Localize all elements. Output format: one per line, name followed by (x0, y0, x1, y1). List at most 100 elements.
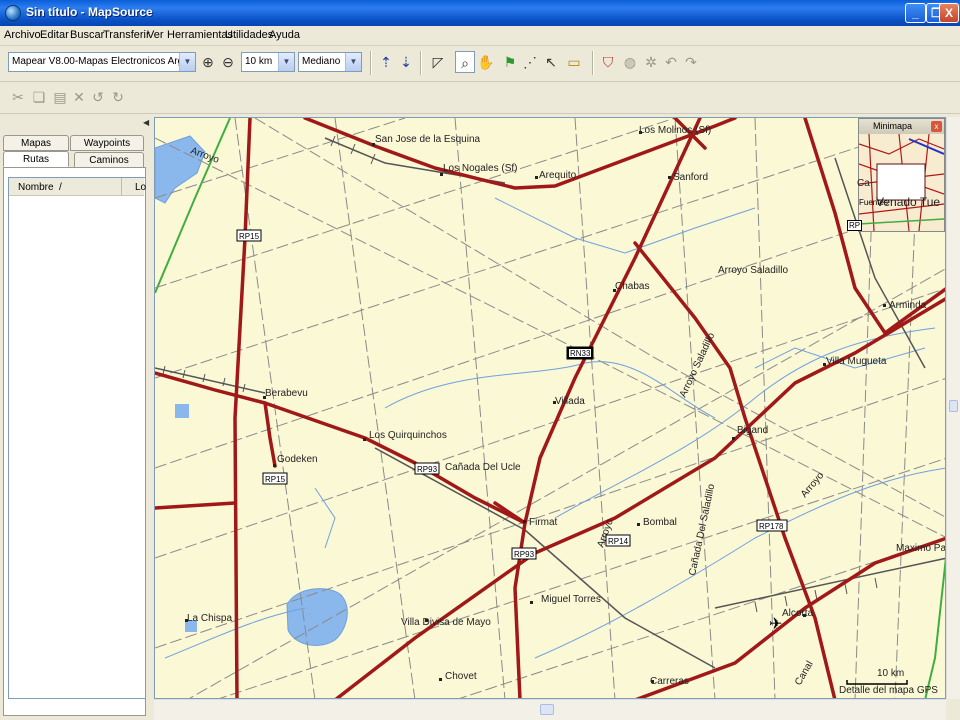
railways (155, 137, 945, 669)
title-bar[interactable]: Sin título - MapSource _ ❐ X (0, 0, 960, 26)
cut-icon[interactable]: ✂ (8, 86, 28, 108)
pond (175, 404, 189, 418)
tab-mapas[interactable]: Mapas (3, 135, 69, 151)
svg-text:RP93: RP93 (417, 465, 438, 474)
detail-level-value: Mediano (302, 56, 341, 67)
chevron-down-icon[interactable]: ▼ (345, 53, 361, 71)
highways (155, 118, 945, 698)
send-to-device-icon[interactable]: ⇡ (376, 51, 396, 73)
menu-utilidades[interactable]: Utilidades (225, 29, 273, 41)
menu-editar[interactable]: Editar (40, 29, 69, 41)
place-label: Berabevu (265, 388, 308, 399)
chevron-down-icon[interactable]: ▼ (179, 53, 195, 71)
place-label: Arequito (539, 170, 577, 181)
copy-icon[interactable]: ❏ (29, 86, 49, 108)
menu-herramientas[interactable]: Herramientas (167, 29, 233, 41)
window-title: Sin título - MapSource (26, 5, 153, 19)
secondary-roads (155, 118, 945, 698)
place-label: Sanford (673, 172, 708, 183)
route-shield: RP (847, 220, 863, 231)
place-label: Miguel Torres (541, 594, 601, 605)
minimap-panel[interactable]: Minimapa x Fuentes (858, 118, 945, 232)
globe-icon (5, 5, 21, 21)
menu-transferir[interactable]: Transferir (103, 29, 150, 41)
place-label: Los Quirquinchos (369, 430, 447, 441)
redo-icon[interactable]: ↻ (108, 86, 128, 108)
map-canvas[interactable]: San Jose de la Esquina Los Molinos (Sf) … (155, 118, 946, 699)
route-shield: RP14 (605, 534, 631, 547)
erase-icon[interactable]: ◍ (620, 51, 640, 73)
route-shield: RN33 (566, 346, 594, 360)
place-label: Arminda (889, 300, 927, 311)
hand-pan-icon[interactable]: ✋ (476, 51, 496, 73)
list-header: Nombre / Lo (9, 178, 146, 196)
receive-from-device-icon[interactable]: ⇣ (396, 51, 416, 73)
zoom-tool-icon[interactable]: ⌕ (455, 51, 475, 73)
trace-icon[interactable]: ✲ (641, 51, 661, 73)
zoom-scale-select[interactable]: 10 km ▼ (241, 52, 295, 72)
svg-text:RP178: RP178 (759, 522, 784, 531)
minimap-canvas[interactable] (859, 134, 944, 231)
main-toolbar: Mapear V8.00-Mapas Electronicos Argentin… (0, 46, 960, 82)
route-shield: RP178 (756, 519, 788, 532)
lake-west (286, 588, 348, 646)
edit-toolbar: ✂ ❏ ▤ ✕ ↺ ↻ (0, 82, 960, 114)
routes-list[interactable]: Nombre / Lo (8, 177, 146, 699)
close-icon[interactable]: x (931, 121, 942, 132)
sort-indicator: / (59, 182, 62, 193)
tab-rutas[interactable]: Rutas (3, 151, 69, 167)
chevron-down-icon[interactable]: ▼ (278, 53, 294, 71)
minimize-button[interactable]: _ (905, 3, 926, 23)
zoom-in-icon[interactable]: ⊕ (198, 51, 218, 73)
column-nombre[interactable]: Nombre (18, 182, 54, 193)
menu-ayuda[interactable]: Ayuda (269, 29, 300, 41)
tab-caminos[interactable]: Caminos (74, 152, 144, 168)
menu-ver[interactable]: Ver (147, 29, 164, 41)
water-label: Arroyo (799, 470, 827, 500)
menu-archivo[interactable]: Archivo (4, 29, 41, 41)
waypoint-flag-icon[interactable]: ⚑ (500, 51, 520, 73)
undo-icon[interactable]: ↺ (88, 86, 108, 108)
selection-arrow-icon[interactable]: ↖ (541, 51, 561, 73)
place-label: Villa Divisa de Mayo (401, 617, 491, 628)
map-product-select[interactable]: Mapear V8.00-Mapas Electronicos Argentin… (8, 52, 196, 72)
detail-level-select[interactable]: Mediano ▼ (298, 52, 362, 72)
water-label: Canal (793, 659, 816, 687)
route-shield: RP15 (236, 229, 262, 242)
place-label: Villa Mugueta (826, 356, 887, 367)
route-shield: RP93 (511, 547, 537, 560)
streams (164, 197, 945, 659)
zoom-out-icon[interactable]: ⊖ (218, 51, 238, 73)
place-label: Villada (555, 396, 585, 407)
scroll-thumb[interactable] (540, 704, 554, 715)
place-label: Chabas (615, 281, 649, 292)
collapse-panel-icon[interactable]: ◀ (143, 118, 151, 128)
paste-icon[interactable]: ▤ (50, 86, 70, 108)
map-set-icon[interactable]: ⛉ (598, 51, 618, 73)
measure-icon[interactable]: ▭ (564, 51, 584, 73)
toolbar-separator (420, 51, 422, 75)
delete-icon[interactable]: ✕ (69, 86, 89, 108)
route-shield: RP15 (262, 472, 288, 485)
map-view[interactable]: San Jose de la Esquina Los Molinos (Sf) … (154, 117, 946, 699)
airport-icon: ✈ (769, 616, 782, 633)
scroll-thumb[interactable] (949, 400, 958, 412)
horizontal-scrollbar[interactable] (154, 699, 946, 720)
toolbar-separator (592, 51, 594, 75)
track-icon[interactable]: ↶ (661, 51, 681, 73)
boundary-line (924, 557, 945, 698)
tab-waypoints[interactable]: Waypoints (70, 135, 144, 151)
track-edit-icon[interactable]: ↷ (681, 51, 701, 73)
vertical-scrollbar[interactable] (946, 117, 960, 699)
route-tool-icon[interactable]: ⋰ (520, 51, 540, 73)
select-map-icon[interactable]: ◸ (428, 51, 448, 73)
place-label: Bombal (643, 517, 677, 528)
place-label: Alcorta (782, 608, 814, 619)
close-button[interactable]: X (939, 3, 959, 23)
place-label: Bigand (737, 425, 768, 436)
column-longitud[interactable]: Lo (135, 182, 146, 193)
menu-buscar[interactable]: Buscar (70, 29, 104, 41)
place-label: Cañada Del Ucle (445, 462, 521, 473)
map-product-value: Mapear V8.00-Mapas Electronicos Argentin… (12, 56, 196, 67)
zoom-scale-value: 10 km (245, 56, 273, 67)
